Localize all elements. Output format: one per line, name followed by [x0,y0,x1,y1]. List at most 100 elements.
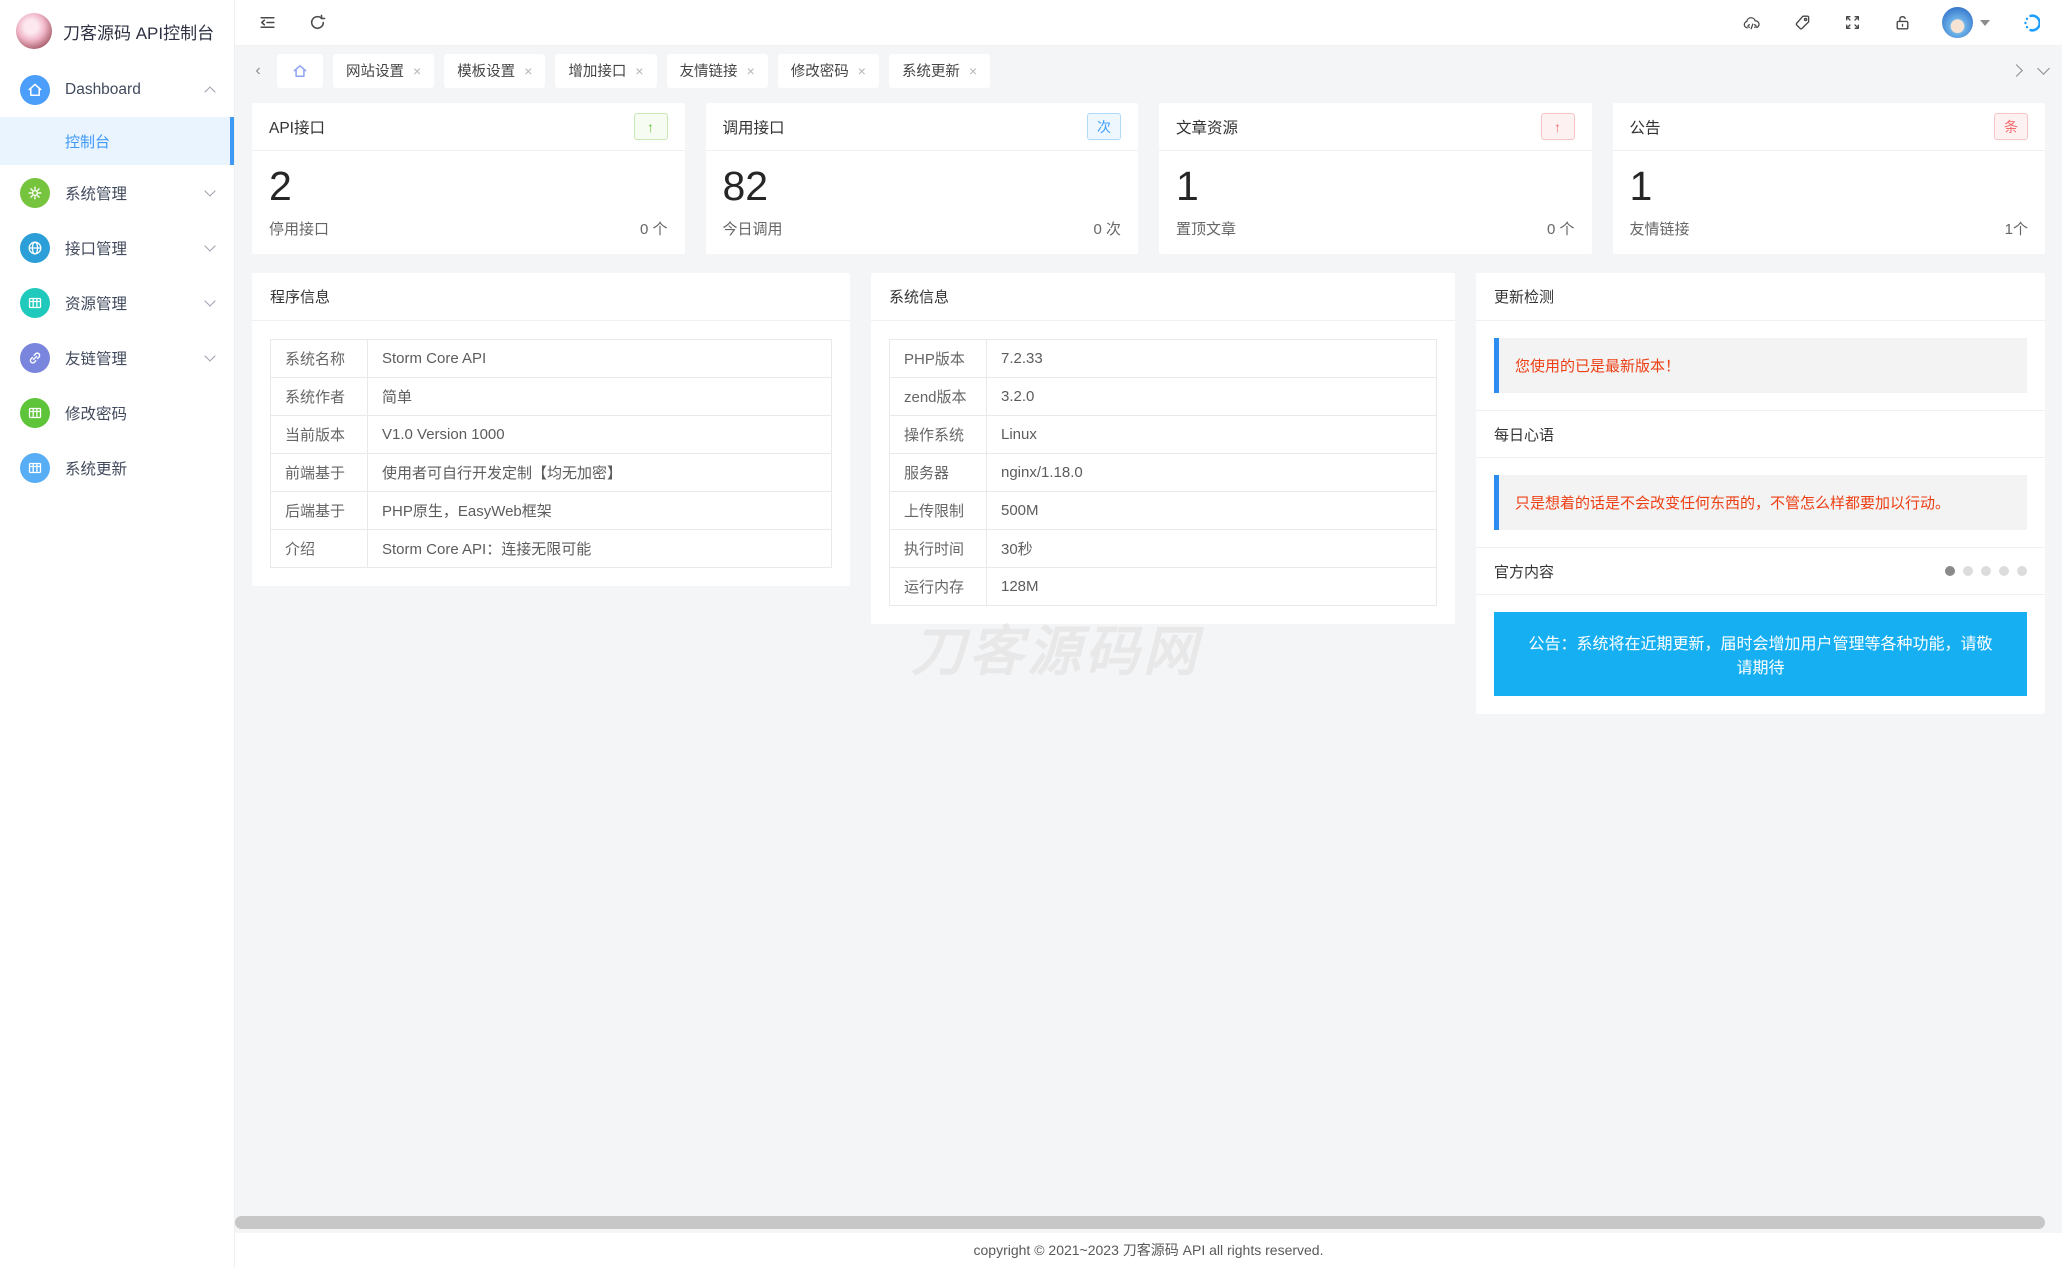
close-icon[interactable]: × [858,63,866,79]
sidebar-item-system-manage[interactable]: 系统管理 [0,165,234,220]
stat-foot-label: 置顶文章 [1176,218,1236,239]
globe-icon [20,233,50,263]
horizontal-scrollbar[interactable] [235,1216,2045,1229]
system-info-table: PHP版本7.2.33 zend版本3.2.0 操作系统Linux 服务器ngi… [889,339,1437,606]
avatar [1942,7,1973,38]
tab-label: 网站设置 [346,60,404,81]
tab-label: 修改密码 [791,60,849,81]
chevron-down-icon [204,350,215,361]
stat-foot-value: 1个 [2005,218,2028,239]
sidebar-item-api-manage[interactable]: 接口管理 [0,220,234,275]
close-icon[interactable]: × [747,63,755,79]
sidebar-item-link-manage[interactable]: 友链管理 [0,330,234,385]
table-row: PHP版本7.2.33 [890,340,1437,378]
cloud-code-icon[interactable] [1742,13,1762,33]
stat-title: 公告 [1630,116,1661,138]
tab-friend-links[interactable]: 友情链接 × [667,54,768,88]
grid-icon [20,288,50,318]
gear-icon [20,178,50,208]
sidebar-item-label: 控制台 [65,131,110,152]
panel-title: 程序信息 [270,286,330,307]
link-icon [20,343,50,373]
table-row: 系统作者简单 [271,378,832,416]
tab-change-password[interactable]: 修改密码 × [778,54,879,88]
chevron-up-icon [204,86,215,97]
chevron-down-icon [204,185,215,196]
app-root: 刀客源码 API控制台 Dashboard 控制台 系统管理 [0,0,2062,1267]
tabs-scroll-right[interactable] [2010,64,2023,77]
tab-add-api[interactable]: 增加接口 × [555,54,656,88]
tag-icon[interactable] [1792,13,1812,33]
stat-foot-value: 0 次 [1093,218,1121,239]
copyright-text: copyright © 2021~2023 刀客源码 API all right… [974,1240,1324,1260]
fullscreen-icon[interactable] [1842,13,1862,33]
close-icon[interactable]: × [635,63,643,79]
close-icon[interactable]: × [524,63,532,79]
stat-card-api: API接口 ↑ 2 停用接口 0 个 [252,103,685,254]
carousel-dot[interactable] [2017,566,2027,576]
tabs-menu-icon[interactable] [2037,62,2050,75]
caret-down-icon [1980,20,1990,26]
stat-foot-label: 友情链接 [1630,218,1690,239]
table-row: 前端基于使用者可自行开发定制【均无加密】 [271,454,832,492]
sidebar-item-change-password[interactable]: 修改密码 [0,385,234,440]
system-info-panel: 系统信息 PHP版本7.2.33 zend版本3.2.0 操作系统Linux 服… [871,273,1455,624]
tab-label: 模板设置 [457,60,515,81]
daily-quote-alert: 只是想着的话是不会改变任何东西的，不管怎么样都要加以行动。 [1494,475,2027,530]
carousel-dot[interactable] [1963,566,1973,576]
announcement-banner[interactable]: 公告：系统将在近期更新，届时会增加用户管理等各种功能，请敬请期待 [1494,612,2027,696]
stat-badge: 次 [1087,113,1121,140]
stat-card-calls: 调用接口 次 82 今日调用 0 次 [706,103,1139,254]
section-title: 更新检测 [1494,286,1554,307]
sidebar-item-label: 友链管理 [65,347,127,369]
sidebar-item-console[interactable]: 控制台 [0,117,234,165]
tab-label: 系统更新 [902,60,960,81]
grid-icon [20,453,50,483]
sidebar-item-dashboard[interactable]: Dashboard [0,62,234,117]
tab-home[interactable] [277,54,323,88]
theme-toggle-icon[interactable] [2020,13,2040,33]
stat-card-articles: 文章资源 ↑ 1 置顶文章 0 个 [1159,103,1592,254]
main-area: ‹ 网站设置 × 模板设置 × 增加接口 × 友情链接 × [235,0,2062,1267]
sidebar-item-label: Dashboard [65,81,141,99]
tabs-scroll-left[interactable]: ‹ [249,62,267,80]
lock-icon[interactable] [1892,13,1912,33]
stat-badge: ↑ [634,113,668,140]
tab-label: 友情链接 [680,60,738,81]
tab-label: 增加接口 [568,60,626,81]
stat-title: 调用接口 [723,116,785,138]
table-row: 当前版本V1.0 Version 1000 [271,416,832,454]
footer: copyright © 2021~2023 刀客源码 API all right… [235,1233,2062,1267]
sidebar-item-resource-manage[interactable]: 资源管理 [0,275,234,330]
right-panel: 更新检测 您使用的已是最新版本！ 每日心语 只是想着的话是不会改变任何东西的，不… [1476,273,2045,714]
table-row: 服务器nginx/1.18.0 [890,454,1437,492]
section-title: 官方内容 [1494,561,1554,582]
user-menu[interactable] [1942,7,1990,38]
table-row: 运行内存128M [890,568,1437,606]
home-icon [20,75,50,105]
carousel-dot[interactable] [1999,566,2009,576]
panel-title: 系统信息 [889,286,949,307]
stat-value: 1 [1159,151,1592,210]
tab-website-settings[interactable]: 网站设置 × [333,54,434,88]
sidebar-item-system-update[interactable]: 系统更新 [0,440,234,495]
refresh-icon[interactable] [307,13,327,33]
sidebar-fold-icon[interactable] [257,13,277,33]
update-check-alert: 您使用的已是最新版本！ [1494,338,2027,393]
carousel-dot[interactable] [1981,566,1991,576]
tab-system-update[interactable]: 系统更新 × [889,54,990,88]
table-row: 上传限制500M [890,492,1437,530]
close-icon[interactable]: × [969,63,977,79]
topbar-right [1742,7,2040,38]
stat-foot-value: 0 个 [1547,218,1575,239]
stat-title: 文章资源 [1176,116,1238,138]
sidebar-item-label: 修改密码 [65,402,127,424]
close-icon[interactable]: × [413,63,421,79]
carousel-dot[interactable] [1945,566,1955,576]
stat-cards-row: API接口 ↑ 2 停用接口 0 个 调用接口 次 82 [252,103,2045,254]
tab-template-settings[interactable]: 模板设置 × [444,54,545,88]
topbar [235,0,2062,46]
stat-badge: 条 [1994,113,2028,140]
program-info-panel: 程序信息 系统名称Storm Core API 系统作者简单 当前版本V1.0 … [252,273,850,586]
table-row: 操作系统Linux [890,416,1437,454]
